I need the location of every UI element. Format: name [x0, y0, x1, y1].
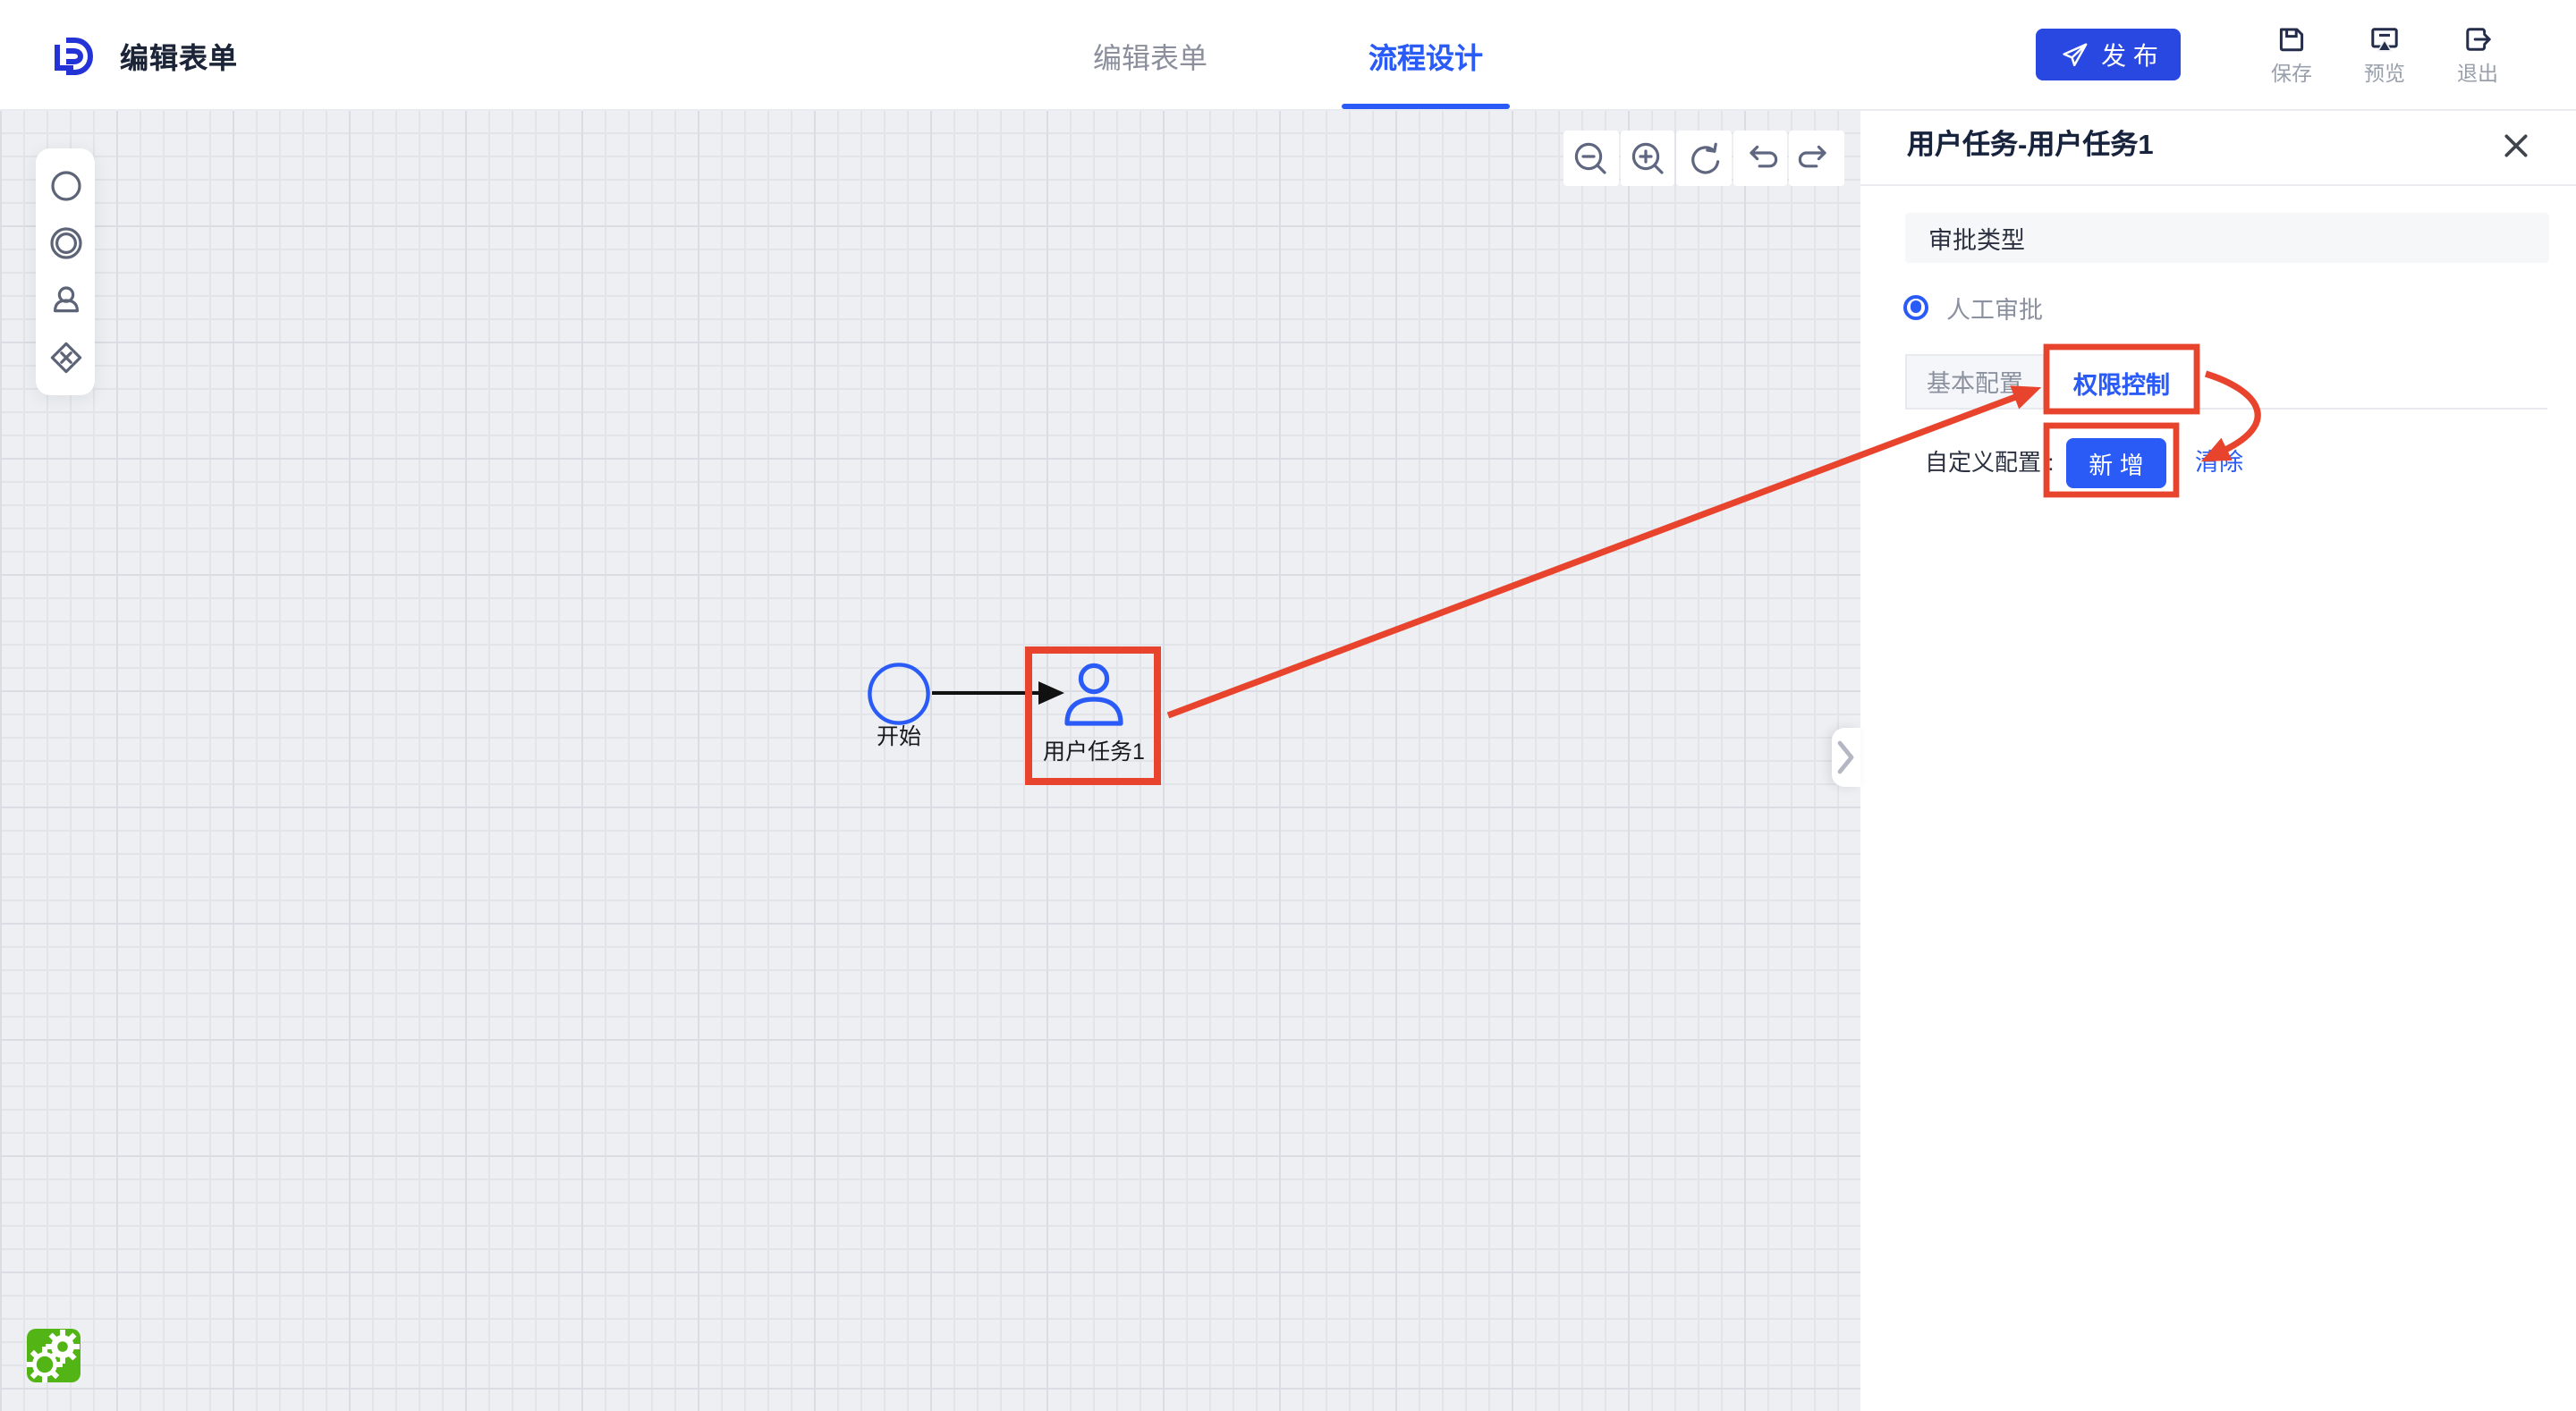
approval-type-section-header[interactable]: 审批类型: [1905, 213, 2549, 263]
end-event-icon[interactable]: [46, 224, 85, 263]
chevron-right-icon: [1833, 729, 1860, 784]
preview-button[interactable]: 预览: [2338, 21, 2431, 88]
panel-header: 用户任务-用户任务1: [1860, 109, 2576, 185]
publish-button[interactable]: 发 布: [2036, 29, 2181, 80]
radio-icon: [1903, 294, 1928, 319]
user-task-icon[interactable]: [46, 281, 85, 320]
add-button[interactable]: 新 增: [2066, 438, 2166, 488]
tab-permission-control[interactable]: 权限控制: [2046, 353, 2197, 410]
paper-plane-icon: [2058, 39, 2089, 70]
tab-basic-config[interactable]: 基本配置: [1905, 353, 2045, 407]
properties-panel: 用户任务-用户任务1 审批类型 人工审批 基本配置 权限控制 自定义配置 : 新…: [1860, 109, 2576, 1411]
custom-config-row: 自定义配置 : 新 增 清除: [1860, 438, 2576, 488]
close-icon[interactable]: [2503, 132, 2529, 159]
panel-tabs: 基本配置 权限控制: [1905, 353, 2547, 409]
save-icon: [2274, 21, 2309, 57]
manual-approval-radio[interactable]: 人工审批: [1903, 281, 2043, 333]
canvas-toolbar: [1563, 131, 1843, 186]
start-event-icon[interactable]: [46, 166, 85, 206]
exit-icon: [2460, 21, 2496, 57]
zoom-in-button[interactable]: [1620, 131, 1674, 186]
panel-title: 用户任务-用户任务1: [1907, 109, 2154, 183]
save-button[interactable]: 保存: [2245, 21, 2338, 88]
user-task-node[interactable]: [1067, 665, 1121, 723]
user-task-label: 用户任务1: [1043, 739, 1145, 765]
preview-icon: [2367, 21, 2402, 57]
header-actions: 发 布 保存 预览: [2036, 0, 2524, 109]
tab-process-design[interactable]: 流程设计: [1342, 0, 1510, 109]
bpmn-logo-icon[interactable]: [25, 1327, 82, 1384]
undo-button[interactable]: [1733, 131, 1787, 186]
app-window: 编辑表单 编辑表单 流程设计 发 布 保存: [0, 0, 2576, 1411]
exit-button[interactable]: 退出: [2431, 21, 2524, 88]
redo-button[interactable]: [1789, 131, 1843, 186]
custom-config-label: 自定义配置 :: [1925, 438, 2054, 488]
process-canvas[interactable]: 开始 用户任务1: [0, 109, 1860, 1411]
tab-edit-form[interactable]: 编辑表单: [1066, 0, 1234, 109]
sequence-flow-arrow[interactable]: [932, 681, 1064, 705]
top-bar: 编辑表单 编辑表单 流程设计 发 布 保存: [0, 0, 2576, 111]
zoom-out-button[interactable]: [1563, 131, 1618, 186]
clear-link[interactable]: 清除: [2195, 438, 2243, 488]
shape-palette: [36, 148, 95, 395]
panel-collapse-handle[interactable]: [1831, 727, 1860, 786]
flow-diagram: 开始 用户任务1: [0, 109, 1860, 1411]
gateway-icon[interactable]: [46, 338, 85, 377]
reset-view-button[interactable]: [1676, 131, 1731, 186]
start-node-label: 开始: [877, 724, 921, 749]
start-event-node[interactable]: [869, 664, 928, 722]
